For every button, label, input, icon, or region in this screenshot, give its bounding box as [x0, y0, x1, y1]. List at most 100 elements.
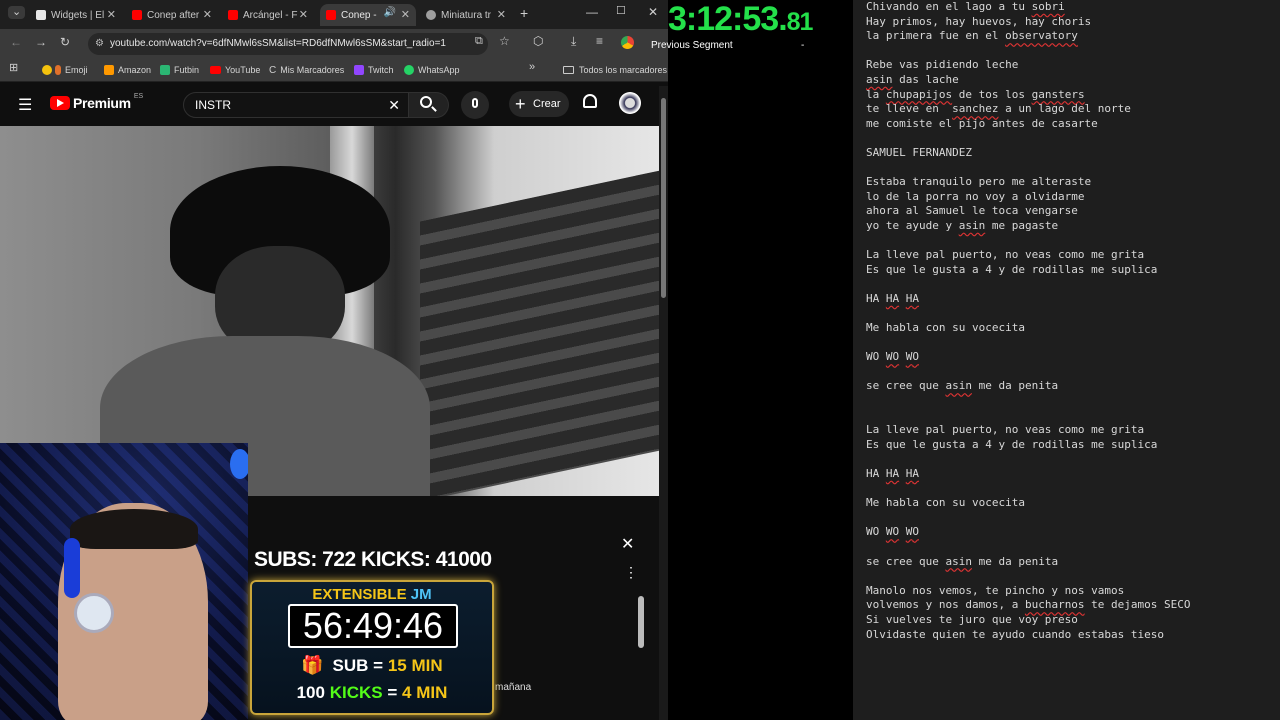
- bookmark-whatsapp[interactable]: WhatsApp: [404, 62, 460, 78]
- search-input[interactable]: INSTR ✕: [183, 92, 409, 118]
- lyric-text: ahora al Samuel le toca vengarse: [866, 204, 1078, 218]
- close-icon[interactable]: ✕: [299, 8, 308, 21]
- media-control-icon[interactable]: ≡: [596, 35, 603, 47]
- create-button[interactable]: + Crear: [509, 91, 569, 117]
- bookmark-label: WhatsApp: [418, 65, 460, 75]
- search-value: INSTR: [195, 98, 231, 112]
- kicks-equals: =: [387, 683, 398, 702]
- search-button[interactable]: [409, 92, 449, 118]
- new-tab-icon[interactable]: +: [520, 6, 528, 20]
- tab-conep-active[interactable]: Conep - 🔊 ✕: [320, 4, 416, 26]
- notifications-bell-icon[interactable]: [583, 94, 597, 108]
- close-icon[interactable]: ✕: [203, 8, 212, 21]
- amazon-icon: [104, 65, 114, 75]
- bookmark-amazon[interactable]: Amazon: [104, 62, 151, 78]
- back-icon[interactable]: ←: [10, 36, 22, 48]
- search-icon: [420, 96, 432, 108]
- misspelled-word: sanchez: [952, 102, 999, 116]
- all-bookmarks[interactable]: Todos los marcadores: [563, 62, 667, 78]
- lyrics-editor[interactable]: Chivando en el lago a tu sobri Hay primos…: [853, 0, 1280, 720]
- misspelled-word: WO: [905, 350, 919, 364]
- tab-conep-after[interactable]: Conep after ✕: [126, 4, 218, 26]
- maximize-icon[interactable]: ☐: [616, 6, 626, 17]
- lyric-line: la chupapijos de tos los gansters: [866, 88, 1280, 103]
- close-panel-icon[interactable]: ✕: [621, 534, 634, 554]
- bookmark-label: Mis Marcadores: [280, 65, 345, 75]
- lyric-line: [866, 306, 1280, 321]
- lyric-line: [866, 569, 1280, 584]
- apps-grid-icon[interactable]: ⊞: [9, 63, 18, 74]
- lyric-line: [866, 44, 1280, 59]
- logo-badge-icon: [230, 449, 248, 479]
- bookmark-twitch[interactable]: Twitch: [354, 62, 394, 78]
- lyric-line: [866, 394, 1280, 409]
- site-info-icon[interactable]: ⚙: [95, 33, 104, 55]
- close-icon[interactable]: ✕: [107, 8, 116, 21]
- lyric-text: Si vuelves te juro que voy preso: [866, 612, 1078, 626]
- gift-icon: 🎁: [301, 655, 324, 675]
- lyric-line: Hay primos, hay huevos, hay choris: [866, 15, 1280, 30]
- avatar[interactable]: [619, 92, 641, 114]
- tab-miniatura[interactable]: Miniatura tr ✕: [420, 4, 512, 26]
- reload-icon[interactable]: ↻: [60, 36, 70, 48]
- lyric-line: Es que le gusta a 4 y de rodillas me sup…: [866, 263, 1280, 278]
- more-bookmarks-icon[interactable]: »: [529, 62, 535, 73]
- panel-scrollbar[interactable]: [638, 596, 644, 648]
- lyric-text: das lache: [892, 72, 959, 86]
- forward-icon[interactable]: →: [35, 36, 47, 48]
- install-app-icon[interactable]: ⧉: [475, 36, 483, 47]
- lyric-text: volvemos y nos damos, a: [866, 598, 1025, 612]
- close-icon[interactable]: ✕: [497, 8, 506, 21]
- lyric-text: te dejamos SECO: [1084, 598, 1191, 612]
- lyric-text: Olvidaste quien te ayudo cuando estabas …: [866, 627, 1165, 641]
- tab-widgets[interactable]: Widgets | El ✕: [30, 4, 122, 26]
- scrollbar-thumb[interactable]: [661, 98, 666, 298]
- minimize-icon[interactable]: —: [586, 6, 598, 18]
- extensions-icon[interactable]: ⬡: [533, 35, 543, 47]
- bookmark-label: Emoji: [65, 65, 88, 75]
- youtube-favicon-icon: [228, 10, 238, 20]
- bookmark-youtube[interactable]: YouTube: [210, 62, 260, 78]
- lyric-line: [866, 540, 1280, 555]
- lyric-text: [899, 525, 906, 538]
- lyric-line: Me habla con su vocecita: [866, 321, 1280, 336]
- close-icon[interactable]: ✕: [401, 8, 410, 21]
- tab-arcangel[interactable]: Arcángel - F ✕: [222, 4, 314, 26]
- lyric-text: WO: [866, 350, 886, 364]
- speaker-icon[interactable]: 🔊: [384, 8, 396, 18]
- lyric-text: SAMUEL FERNANDEZ: [866, 145, 972, 159]
- kicks-rate-row: 100 KICKS = 4 MIN: [252, 683, 492, 703]
- misspelled-word: observatory: [1005, 29, 1078, 43]
- microphone-icon: [472, 98, 478, 108]
- clear-search-icon[interactable]: ✕: [388, 93, 400, 117]
- youtube-logo[interactable]: Premium ES: [50, 93, 143, 111]
- misspelled-word: HA: [885, 291, 900, 305]
- voice-search-button[interactable]: [461, 91, 489, 119]
- tab-search-icon[interactable]: ⌄: [8, 6, 26, 19]
- menu-icon[interactable]: ☰: [18, 95, 32, 115]
- bookmark-emoji[interactable]: Emoji: [42, 62, 88, 78]
- video-player[interactable]: [0, 126, 659, 496]
- address-bar[interactable]: ⚙ youtube.com/watch?v=6dfNMwl6sSM&list=R…: [88, 33, 488, 55]
- more-options-icon[interactable]: ⋮: [624, 564, 638, 581]
- create-label: Crear: [533, 98, 561, 110]
- run-timer-ms: 81: [786, 8, 814, 36]
- lyric-text: Hay primos, hay huevos, hay choris: [866, 14, 1092, 28]
- bookmark-star-icon[interactable]: ☆: [499, 35, 510, 47]
- c-icon: C: [269, 64, 277, 76]
- misspelled-word: asin: [945, 379, 972, 393]
- page-scrollbar[interactable]: [659, 86, 668, 720]
- bookmark-futbin[interactable]: Futbin: [160, 62, 199, 78]
- tab-label: Miniatura tr: [441, 9, 492, 21]
- kicks-minutes-value: 4: [402, 683, 412, 702]
- bookmark-label: Twitch: [368, 65, 394, 75]
- bookmark-mis-marcadores[interactable]: C Mis Marcadores: [269, 62, 344, 78]
- lyric-text: [899, 350, 906, 363]
- window-close-icon[interactable]: ✕: [648, 6, 658, 18]
- previous-segment-value: -: [801, 40, 805, 51]
- download-icon[interactable]: ⤓: [571, 35, 576, 47]
- chrome-profile-icon[interactable]: [621, 36, 634, 49]
- lyric-line: Chivando en el lago a tu sobri: [866, 0, 1280, 15]
- url-text: youtube.com/watch?v=6dfNMwl6sSM&list=RD6…: [110, 38, 446, 49]
- lyric-line: WO WO WO: [866, 350, 1280, 365]
